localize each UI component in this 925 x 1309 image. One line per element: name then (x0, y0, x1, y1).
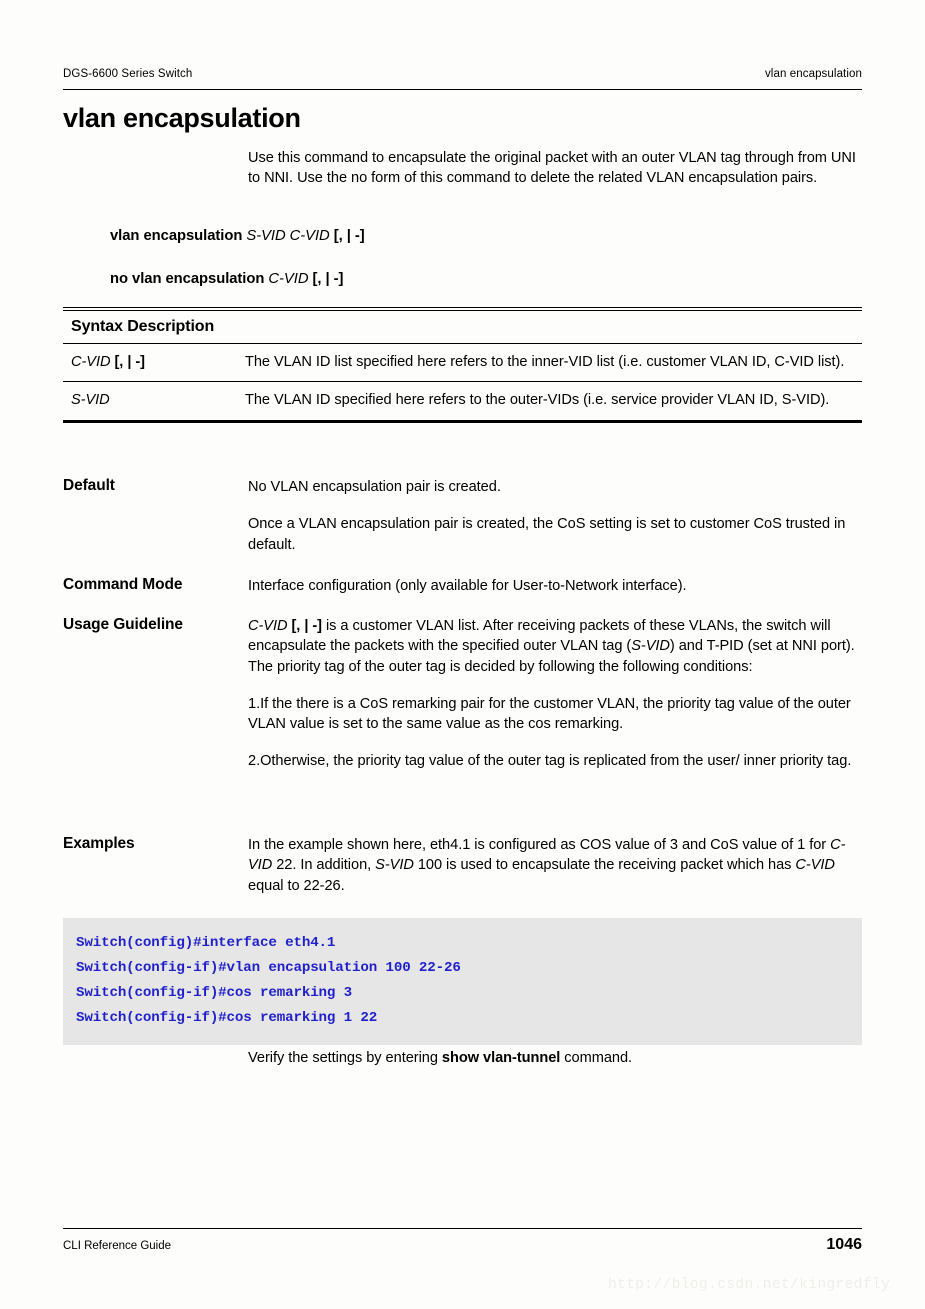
term-bold: [, | -] (114, 354, 146, 370)
running-head-left: DGS-6600 Series Switch (63, 68, 193, 80)
syntax-line-no-form: no vlan encapsulation C-VID [, | -] (110, 271, 343, 287)
term-italic: C-VID (71, 354, 111, 370)
ex-text-e: 100 is used to encapsulate the receiving… (413, 857, 796, 874)
syntax-no-command: no vlan encapsulation (110, 271, 265, 287)
command-mode-block: Command Mode Interface configuration (on… (63, 576, 862, 596)
cli-code-block: Switch(config)#interface eth4.1 Switch(c… (63, 918, 862, 1045)
page-title: vlan encapsulation (63, 103, 301, 133)
term-italic: S-VID (71, 392, 110, 409)
examples-block: Examples In the example shown here, eth4… (63, 835, 862, 896)
default-paragraph-1: No VLAN encapsulation pair is created. (248, 479, 501, 495)
examples-text: In the example shown here, eth4.1 is con… (248, 835, 862, 896)
default-block: Default No VLAN encapsulation pair is cr… (63, 477, 862, 555)
command-mode-label: Command Mode (63, 576, 183, 593)
examples-body: In the example shown here, eth4.1 is con… (248, 835, 862, 896)
table-row: C-VID [, | -] The VLAN ID list specified… (63, 344, 862, 381)
usage-guideline-paragraph-3: 2.Otherwise, the priority tag value of t… (248, 753, 852, 770)
table-cell-description: The VLAN ID list specified here refers t… (245, 354, 845, 370)
syntax-command: vlan encapsulation (110, 228, 243, 244)
examples-label: Examples (63, 835, 135, 852)
syntax-args-italic: S-VID C-VID (246, 228, 330, 244)
syntax-description-heading: Syntax Description (71, 318, 215, 335)
table-cell-description: The VLAN ID specified here refers to the… (245, 392, 830, 409)
running-head-rule (63, 89, 862, 90)
syntax-line-primary: vlan encapsulation S-VID C-VID [, | -] (110, 228, 365, 244)
intro-block: Use this command to encapsulate the orig… (63, 148, 862, 189)
verify-suffix: command. (560, 1050, 633, 1066)
default-paragraph-2: Once a VLAN encapsulation pair is create… (248, 516, 846, 553)
table-row: S-VID The VLAN ID specified here refers … (63, 382, 862, 419)
command-mode-body: Interface configuration (only available … (248, 576, 862, 596)
table-cell-term: C-VID [, | -] (63, 352, 245, 372)
ug-var-svid: S-VID (631, 638, 670, 655)
verify-command: show vlan-tunnel (441, 1050, 561, 1066)
watermark: http://blog.csdn.net/kingredfly (608, 1277, 891, 1293)
ex-text-c: 22. In addition, (272, 857, 376, 874)
usage-guideline-block: Usage Guideline C-VID [, | -] is a custo… (63, 616, 862, 772)
usage-guideline-paragraph-1: C-VID [, | -] is a customer VLAN list. A… (248, 616, 862, 677)
syntax-description-table: Syntax Description C-VID [, | -] The VLA… (63, 307, 862, 423)
verify-line: Verify the settings by entering show vla… (248, 1050, 632, 1066)
running-head: DGS-6600 Series Switch vlan encapsulatio… (63, 68, 862, 80)
default-label: Default (63, 477, 115, 494)
command-mode-text: Interface configuration (only available … (248, 578, 687, 594)
ex-var-cvid-2: C-VID (795, 857, 835, 874)
verify-prefix: Verify the settings by entering (248, 1050, 442, 1066)
code-line: Switch(config-if)#cos remarking 1 22 (76, 1010, 378, 1026)
ex-var-svid: S-VID (375, 857, 414, 874)
intro-paragraph: Use this command to encapsulate the orig… (248, 150, 856, 187)
usage-guideline-body: C-VID [, | -] is a customer VLAN list. A… (248, 616, 862, 772)
intro-text: Use this command to encapsulate the orig… (248, 148, 862, 189)
page-number: 1046 (826, 1236, 862, 1253)
code-line: Switch(config-if)#cos remarking 3 (76, 985, 353, 1001)
ex-text-a: In the example shown here, eth4.1 is con… (248, 837, 831, 853)
usage-guideline-paragraph-2: 1.If the there is a CoS remarking pair f… (248, 695, 851, 733)
table-bottom-rule (63, 419, 862, 423)
syntax-no-args-bold: [, | -] (312, 271, 344, 287)
usage-guideline-label: Usage Guideline (63, 616, 183, 633)
code-line: Switch(config)#interface eth4.1 (76, 935, 336, 951)
ug-bold-list: [, | -] (291, 618, 323, 634)
ex-text-g: equal to 22-26. (248, 877, 345, 894)
footer: CLI Reference Guide 1046 (63, 1236, 862, 1254)
code-line: Switch(config-if)#vlan encapsulation 100… (76, 960, 461, 976)
document-page: DGS-6600 Series Switch vlan encapsulatio… (0, 0, 925, 1309)
syntax-no-args-italic: C-VID (268, 271, 309, 287)
default-body: No VLAN encapsulation pair is created. O… (248, 477, 862, 555)
table-cell-term: S-VID (63, 390, 245, 410)
ug-var-cvid: C-VID (248, 618, 288, 634)
running-head-right: vlan encapsulation (764, 68, 862, 80)
syntax-args-bold: [, | -] (333, 228, 365, 244)
footer-rule (63, 1228, 862, 1229)
footer-guide-title: CLI Reference Guide (63, 1240, 172, 1252)
